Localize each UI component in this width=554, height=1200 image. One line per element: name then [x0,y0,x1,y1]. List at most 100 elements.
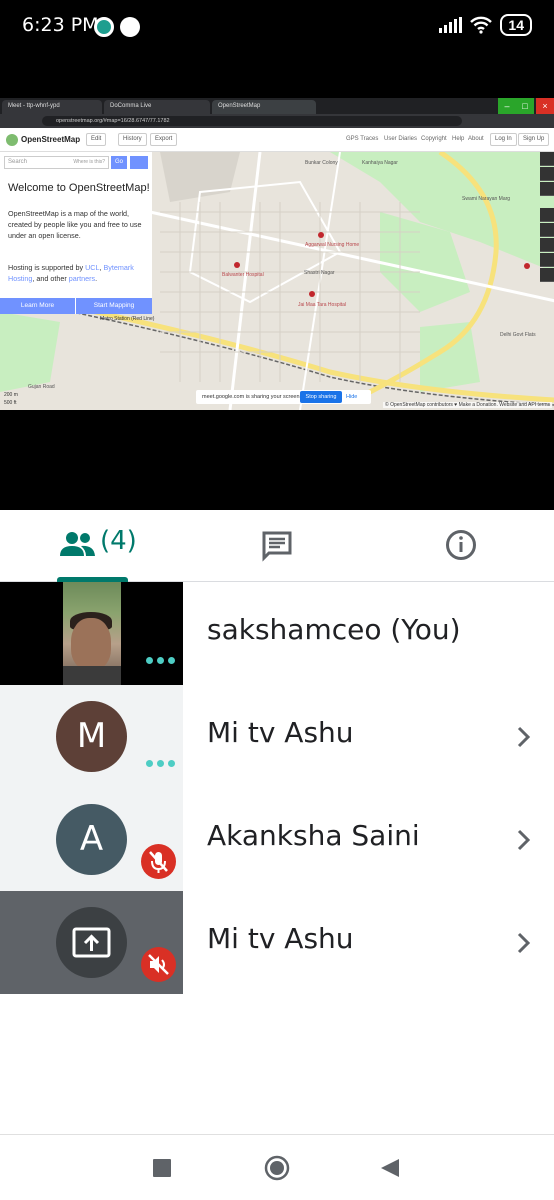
edit-button[interactable]: Edit [86,133,107,146]
legend-icon[interactable] [540,223,554,237]
map-scale: 500 ft [4,400,17,406]
zoom-out-icon[interactable] [540,167,554,181]
map-controls [540,152,554,283]
stop-sharing-button[interactable]: Stop sharing [300,391,342,403]
query-icon[interactable] [540,268,554,282]
recents-square-icon[interactable] [153,1159,171,1177]
map-label: Bunkar Colony [305,160,338,166]
history-button[interactable]: History [118,133,147,146]
participant-row[interactable]: A Akanksha Saini [0,788,554,891]
url-field[interactable]: openstreetmap.org/#map=16/28.6747/77.178… [42,116,462,126]
osm-title: OpenStreetMap [21,135,81,144]
map-label: Jai Maa Tara Hospital [298,302,346,308]
share-icon[interactable] [540,238,554,252]
meet-tab-bar: (4) [0,510,554,582]
battery-icon: 14 [500,14,532,36]
osm-header: OpenStreetMap Edit History Export GPS Tr… [0,128,554,152]
map-view[interactable]: Aggarwal Nursing Home Shastri Nagar Balw… [0,152,554,410]
participant-name: Mi tv Ashu [207,716,354,749]
tab-chat[interactable] [185,510,370,582]
map-label: Aggarwal Nursing Home [305,242,360,248]
mic-muted-icon [141,844,176,879]
osm-logo-icon [6,134,18,146]
presentation-avatar [56,907,127,978]
help-link[interactable]: Help [452,136,464,142]
welcome-text: OpenStreetMap is a map of the world, cre… [8,209,142,240]
share-banner-text: meet.google.com is sharing your screen. [202,394,302,400]
map-attribution[interactable]: © OpenStreetMap contributors ♥ Make a Do… [383,402,552,408]
support-mid: , and other [32,274,69,283]
export-button[interactable]: Export [150,133,178,146]
tab-info[interactable] [370,510,554,582]
user-diaries-link[interactable]: User Diaries [384,136,417,142]
learn-more-button[interactable]: Learn More [0,298,75,314]
ucl-link[interactable]: UCL [85,263,99,272]
partners-link[interactable]: partners [69,274,95,283]
screen: 6:23 PM 14 Meet - ttp-whnf-ypd DoComma L… [0,0,554,1200]
browser-tab[interactable]: Meet - ttp-whnf-ypd [2,100,102,114]
avatar: A [56,804,127,875]
chat-bubble-icon [262,531,292,562]
participant-name: sakshamceo (You) [207,613,461,646]
browser-tab[interactable]: DoComma Live [104,100,210,114]
video-shirt [63,666,121,685]
participant-name: Mi tv Ashu [207,922,354,955]
self-video [63,582,121,685]
minimize-icon[interactable]: – [498,98,516,114]
speaking-dots-icon [146,760,175,767]
hide-button[interactable]: Hide [346,394,357,400]
home-circle-icon[interactable] [264,1155,290,1181]
status-right: 14 [439,14,532,36]
maximize-icon[interactable]: □ [516,98,534,114]
directions-icon[interactable] [130,156,148,169]
layers-icon[interactable] [540,208,554,222]
map-label: Delhi Govt Flats [500,332,536,338]
support-prefix: Hosting is supported by [8,263,86,272]
close-icon[interactable]: × [536,98,554,114]
search-placeholder: Search [8,159,28,165]
people-count: (4) [100,526,137,556]
system-nav-bar [0,1134,554,1200]
video-face [71,618,111,670]
participant-row[interactable]: sakshamceo (You) [0,582,554,685]
people-icon [60,532,95,556]
address-bar: openstreetmap.org/#map=16/28.6747/77.178… [0,114,554,128]
login-button[interactable]: Log In [490,133,517,146]
chat-icon [120,17,140,37]
locate-icon[interactable] [540,182,554,196]
search-input[interactable]: Search Where is this? [4,156,109,169]
note-icon[interactable] [540,253,554,267]
present-screen-icon [72,927,111,958]
chevron-right-icon[interactable] [514,826,534,854]
search-hint[interactable]: Where is this? [73,159,105,165]
status-bar: 6:23 PM 14 [0,0,554,98]
go-button[interactable]: Go [111,156,127,169]
browser-tab[interactable]: OpenStreetMap [212,100,316,114]
support-end: . [95,274,98,283]
about-link[interactable]: About [468,136,484,142]
welcome-title: Welcome to OpenStreetMap! [8,182,150,194]
start-mapping-button[interactable]: Start Mapping [76,298,152,314]
back-triangle-icon[interactable] [380,1158,400,1178]
participant-name: Akanksha Saini [207,819,420,852]
participant-row[interactable]: Mi tv Ashu [0,891,554,994]
map-label: Gujan Road [28,384,55,390]
participant-tile: M [0,685,183,788]
copyright-link[interactable]: Copyright [421,136,447,142]
avatar: M [56,701,127,772]
gps-traces-link[interactable]: GPS Traces [346,136,378,142]
zoom-in-icon[interactable] [540,152,554,166]
participant-row[interactable]: M Mi tv Ashu [0,685,554,788]
participant-tile [0,891,183,994]
info-icon [446,530,476,560]
audio-muted-icon [141,947,176,982]
map-label: Shastri Nagar [304,270,335,276]
welcome-panel: Search Where is this? Go Welcome to Open… [0,152,152,314]
signup-button[interactable]: Sign Up [518,133,550,146]
chevron-right-icon[interactable] [514,929,534,957]
tab-people[interactable]: (4) [0,510,185,582]
participant-tile: A [0,788,183,891]
map-scale: 200 m [4,392,18,398]
chevron-right-icon[interactable] [514,723,534,751]
support-text: Hosting is supported by UCL, Bytemark Ho… [8,262,148,284]
